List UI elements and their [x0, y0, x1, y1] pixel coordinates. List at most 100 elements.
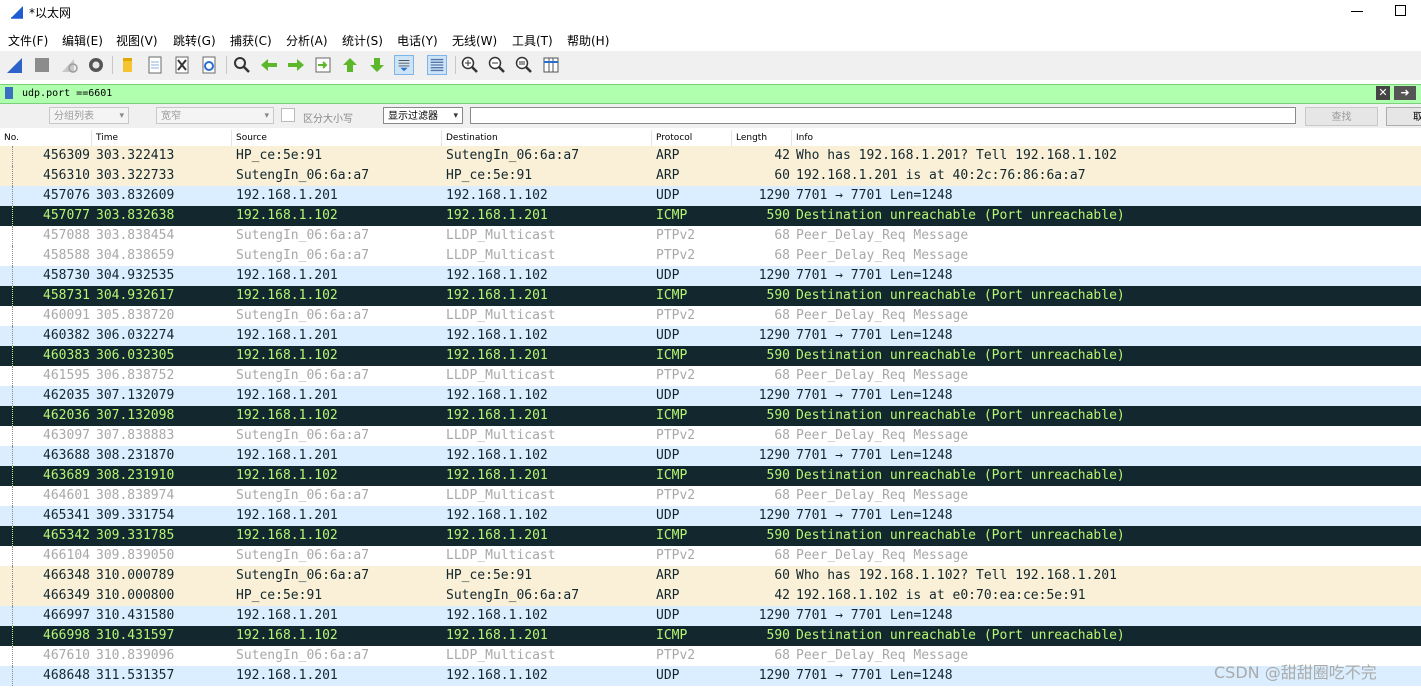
cell-source: SutengIn_06:6a:a7	[236, 548, 370, 563]
close-file-icon[interactable]	[172, 55, 192, 75]
first-packet-icon[interactable]	[340, 55, 360, 75]
charset-select[interactable]: 宽窄 ▾	[156, 107, 274, 124]
save-file-icon[interactable]	[145, 55, 165, 75]
zoom-out-icon[interactable]	[487, 55, 507, 75]
column-header-length[interactable]: Length	[732, 130, 792, 146]
cancel-button[interactable]: 取消	[1386, 107, 1421, 126]
cell-length: 1290	[758, 188, 790, 203]
menu-analyze[interactable]: 分析(A)	[286, 32, 328, 49]
column-header-no[interactable]: No.	[0, 130, 92, 146]
find-button[interactable]: 查找	[1305, 107, 1378, 126]
cell-destination: 192.168.1.102	[446, 668, 548, 683]
packet-row[interactable]: 460091 305.838720 SutengIn_06:6a:a7 LLDP_Mu…	[0, 306, 1421, 326]
packet-row[interactable]: 466998 310.431597 192.168.1.102 192.168.1.2…	[0, 626, 1421, 646]
cell-length: 68	[774, 548, 790, 563]
packet-row[interactable]: 457077 303.832638 192.168.1.102 192.168.1.2…	[0, 206, 1421, 226]
packet-row[interactable]: 465341 309.331754 192.168.1.201 192.168.1.1…	[0, 506, 1421, 526]
cell-destination: LLDP_Multicast	[446, 428, 556, 443]
menu-capture[interactable]: 捕获(C)	[230, 32, 272, 49]
colorize-icon[interactable]	[427, 55, 447, 75]
stop-icon[interactable]	[32, 55, 52, 75]
cell-length: 1290	[758, 328, 790, 343]
column-header-time[interactable]: Time	[92, 130, 232, 146]
menu-tools[interactable]: 工具(T)	[512, 32, 553, 49]
search-input[interactable]	[470, 107, 1296, 124]
case-sensitive-checkbox[interactable]	[281, 108, 295, 122]
autoscroll-icon[interactable]	[394, 55, 414, 75]
menu-edit[interactable]: 编辑(E)	[62, 32, 103, 49]
menu-statistics[interactable]: 统计(S)	[342, 32, 383, 49]
packet-row[interactable]: 463097 307.838883 SutengIn_06:6a:a7 LLDP_Mu…	[0, 426, 1421, 446]
cell-length: 68	[774, 248, 790, 263]
packet-row[interactable]: 461595 306.838752 SutengIn_06:6a:a7 LLDP_Mu…	[0, 366, 1421, 386]
packet-row[interactable]: 456309 303.322413 HP_ce:5e:91 SutengIn_06:6…	[0, 146, 1421, 166]
packet-row[interactable]: 462035 307.132079 192.168.1.201 192.168.1.1…	[0, 386, 1421, 406]
go-to-packet-icon[interactable]	[313, 55, 333, 75]
cell-time: 308.231870	[96, 448, 175, 463]
packet-row[interactable]: 456310 303.322733 SutengIn_06:6a:a7 HP_ce:5…	[0, 166, 1421, 186]
packet-row[interactable]: 460383 306.032305 192.168.1.102 192.168.1.2…	[0, 346, 1421, 366]
minimize-button[interactable]	[1350, 4, 1364, 18]
cell-no: 457076	[43, 188, 90, 203]
packet-row[interactable]: 463688 308.231870 192.168.1.201 192.168.1.1…	[0, 446, 1421, 466]
packet-row[interactable]: 464601 308.838974 SutengIn_06:6a:a7 LLDP_Mu…	[0, 486, 1421, 506]
normal-size-icon[interactable]	[514, 55, 534, 75]
chevron-down-icon: ▾	[453, 111, 458, 121]
zoom-in-icon[interactable]	[460, 55, 480, 75]
maximize-button[interactable]	[1395, 5, 1406, 16]
column-header-info[interactable]: Info	[792, 130, 1421, 146]
packet-row[interactable]: 466348 310.000789 SutengIn_06:6a:a7 HP_ce:5…	[0, 566, 1421, 586]
apply-filter-button[interactable]: ➜	[1394, 86, 1416, 100]
column-header-destination[interactable]: Destination	[442, 130, 652, 146]
cell-length: 68	[774, 368, 790, 383]
menu-help[interactable]: 帮助(H)	[567, 32, 609, 49]
options-gear-icon[interactable]	[86, 55, 106, 75]
cell-no: 463688	[43, 448, 90, 463]
packet-row[interactable]: 462036 307.132098 192.168.1.102 192.168.1.2…	[0, 406, 1421, 426]
go-forward-icon[interactable]	[286, 55, 306, 75]
open-file-icon[interactable]	[117, 55, 137, 75]
search-type-select[interactable]: 显示过滤器 ▾	[383, 107, 463, 124]
packet-row[interactable]: 468648 311.531357 192.168.1.201 192.168.1.1…	[0, 666, 1421, 686]
packet-row[interactable]: 467610 310.839096 SutengIn_06:6a:a7 LLDP_Mu…	[0, 646, 1421, 666]
menu-wireless[interactable]: 无线(W)	[452, 32, 497, 49]
search-scope-select[interactable]: 分组列表 ▾	[49, 107, 129, 124]
column-header-source[interactable]: Source	[232, 130, 442, 146]
packet-row[interactable]: 460382 306.032274 192.168.1.201 192.168.1.1…	[0, 326, 1421, 346]
packet-row[interactable]: 458731 304.932617 192.168.1.102 192.168.1.2…	[0, 286, 1421, 306]
bookmark-icon[interactable]	[5, 87, 13, 99]
packet-row[interactable]: 458588 304.838659 SutengIn_06:6a:a7 LLDP_Mu…	[0, 246, 1421, 266]
last-packet-icon[interactable]	[367, 55, 387, 75]
column-header-protocol[interactable]: Protocol	[652, 130, 732, 146]
resize-columns-icon[interactable]	[541, 55, 561, 75]
reload-icon[interactable]	[199, 55, 219, 75]
chevron-down-icon: ▾	[119, 111, 124, 121]
cell-source: 192.168.1.102	[236, 408, 338, 423]
packet-row[interactable]: 465342 309.331785 192.168.1.102 192.168.1.2…	[0, 526, 1421, 546]
cell-destination: 192.168.1.201	[446, 208, 548, 223]
packet-row[interactable]: 463689 308.231910 192.168.1.102 192.168.1.2…	[0, 466, 1421, 486]
menu-telephony[interactable]: 电话(Y)	[397, 32, 438, 49]
packet-row[interactable]: 466349 310.000800 HP_ce:5e:91 SutengIn_06:6…	[0, 586, 1421, 606]
cell-length: 1290	[758, 608, 790, 623]
cell-info: Who has 192.168.1.102? Tell 192.168.1.20…	[796, 568, 1117, 583]
shark-fin-start-icon[interactable]	[5, 55, 25, 75]
packet-row[interactable]: 458730 304.932535 192.168.1.201 192.168.1.1…	[0, 266, 1421, 286]
cell-no: 463689	[43, 468, 90, 483]
packet-row[interactable]: 466104 309.839050 SutengIn_06:6a:a7 LLDP_Mu…	[0, 546, 1421, 566]
packet-row[interactable]: 457076 303.832609 192.168.1.201 192.168.1.1…	[0, 186, 1421, 206]
menu-view[interactable]: 视图(V)	[116, 32, 158, 49]
packet-row[interactable]: 466997 310.431580 192.168.1.201 192.168.1.1…	[0, 606, 1421, 626]
clear-filter-button[interactable]: ✕	[1376, 86, 1390, 100]
toolbar-separator	[112, 56, 113, 74]
cell-destination: 192.168.1.102	[446, 608, 548, 623]
menu-file[interactable]: 文件(F)	[8, 32, 48, 49]
packet-row[interactable]: 457088 303.838454 SutengIn_06:6a:a7 LLDP_Mu…	[0, 226, 1421, 246]
find-icon[interactable]	[232, 55, 252, 75]
display-filter-input[interactable]	[18, 86, 1374, 100]
menu-go[interactable]: 跳转(G)	[173, 32, 216, 49]
cell-source: SutengIn_06:6a:a7	[236, 488, 370, 503]
go-back-icon[interactable]	[259, 55, 279, 75]
restart-icon[interactable]	[59, 55, 79, 75]
cell-source: 192.168.1.201	[236, 668, 338, 683]
